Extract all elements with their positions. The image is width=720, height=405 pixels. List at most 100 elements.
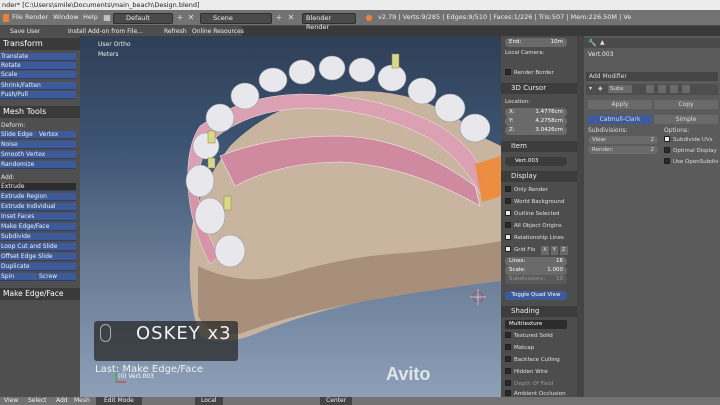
menu-help[interactable]: Help — [83, 13, 98, 21]
expand-icon[interactable]: ▾ — [589, 85, 592, 92]
menu-file[interactable]: File — [12, 13, 23, 21]
render-toggle-icon[interactable] — [646, 85, 654, 93]
menu-window[interactable]: Window — [53, 13, 79, 21]
render-border-toggle[interactable]: Render Border — [505, 69, 571, 78]
pivot-select[interactable]: Center — [320, 397, 353, 405]
display-option-world-bg[interactable]: World Background — [505, 198, 571, 207]
display-option-only-render[interactable]: Only Render — [505, 186, 571, 195]
mesh-tools-header[interactable]: Mesh Tools — [0, 106, 80, 118]
grid-scale-field[interactable]: Scale: 1.000 — [505, 266, 567, 275]
menu-mesh[interactable]: Mesh — [74, 397, 90, 405]
menu-select[interactable]: Select — [28, 397, 47, 405]
blender-logo-icon[interactable] — [3, 14, 9, 22]
cursor-x-field[interactable]: X: 1.4776cm — [505, 108, 567, 117]
tab-catmull-clark[interactable]: Catmull-Clark — [588, 115, 652, 124]
add-modifier-button[interactable]: Add Modifier — [586, 72, 718, 81]
render-engine-select[interactable]: Blender Render — [302, 13, 356, 31]
end-clip-field[interactable]: End: 10m — [505, 38, 567, 47]
copy-modifier-button[interactable]: Copy — [654, 100, 718, 109]
axis-x-toggle[interactable]: X — [541, 246, 549, 255]
scene-field[interactable]: Scene — [200, 13, 272, 24]
slide-edge-button[interactable]: Slide Edge — [0, 131, 37, 139]
display-option-origins[interactable]: All Object Origins — [505, 222, 571, 231]
translate-button[interactable]: Translate — [0, 53, 76, 61]
transform-panel-header[interactable]: Transform — [0, 38, 80, 50]
push-pull-button[interactable]: Push/Pull — [0, 91, 76, 99]
modifier-name-field[interactable]: Subs — [608, 85, 632, 93]
shading-option-dof[interactable]: Depth Of Field — [505, 380, 571, 389]
cursor-y-field[interactable]: Y: 4.2758cm — [505, 117, 567, 126]
duplicate-button[interactable]: Duplicate — [0, 263, 76, 271]
shading-mode-select[interactable]: Multitexture — [505, 320, 567, 329]
shading-option-hidden-wire[interactable]: Hidden Wire — [505, 368, 571, 377]
display-option-relationship[interactable]: Relationship Lines — [505, 234, 571, 243]
cage-toggle-icon[interactable] — [682, 85, 690, 93]
last-operator-header[interactable]: Make Edge/Face — [0, 288, 80, 300]
add-scene-icon[interactable]: + — [274, 13, 284, 23]
use-opensubdiv-option[interactable]: Use OpenSubdiv — [664, 158, 718, 165]
smooth-vertex-button[interactable]: Smooth Vertex — [0, 151, 76, 159]
scale-button[interactable]: Scale — [0, 71, 76, 79]
inset-faces-button[interactable]: Inset Faces — [0, 213, 76, 221]
shrink-fatten-button[interactable]: Shrink/Fatten — [0, 82, 76, 90]
shading-option-backface[interactable]: Backface Culling — [505, 356, 571, 365]
grid-lines-field[interactable]: Lines: 16 — [505, 257, 567, 266]
close-layout-icon[interactable]: ✕ — [186, 13, 196, 23]
vertex-slide-button[interactable]: Vertex — [38, 131, 76, 139]
spin-button[interactable]: Spin — [0, 273, 37, 281]
world-bg-checkbox — [505, 198, 511, 204]
online-resources-button[interactable]: Online Resources — [182, 27, 246, 36]
axis-z-toggle[interactable]: Z — [559, 246, 568, 255]
optimal-display-option[interactable]: Optimal Display — [664, 147, 717, 154]
extrude-region-button[interactable]: Extrude Region — [0, 193, 76, 201]
screen-layout-field[interactable]: Default — [113, 13, 173, 24]
editmode-toggle-icon[interactable] — [670, 85, 678, 93]
save-user-settings-button[interactable]: Save User Settings — [0, 27, 58, 44]
display-option-outline[interactable]: Outline Selected — [505, 210, 571, 219]
subdivide-button[interactable]: Subdivide — [0, 233, 76, 241]
shading-option-textured-solid[interactable]: Textured Solid — [505, 332, 571, 341]
grid-subdivisions-field[interactable]: Subdivisions: 10 — [505, 275, 567, 284]
wrench-icon[interactable]: 🔧 — [588, 39, 597, 47]
shading-option-matcap[interactable]: Matcap — [505, 344, 571, 353]
render-levels-field[interactable]: Render: 2 — [588, 146, 658, 154]
add-layout-icon[interactable]: + — [175, 13, 185, 23]
3d-cursor-panel-header[interactable]: 3D Cursor — [501, 83, 577, 94]
loop-cut-button[interactable]: Loop Cut and Slide — [0, 243, 76, 251]
axis-y-toggle[interactable]: Y — [550, 246, 559, 255]
extrude-menu[interactable]: Extrude — [0, 183, 76, 191]
toggle-quad-view-button[interactable]: Toggle Quad View — [505, 291, 567, 300]
display-panel-header[interactable]: Display — [501, 171, 577, 182]
shading-option-ao[interactable]: Ambient Occlusion — [505, 390, 571, 397]
item-panel-header[interactable]: Item — [501, 141, 577, 152]
orientation-select[interactable]: Local — [195, 397, 223, 405]
extrude-individual-button[interactable]: Extrude Individual — [0, 203, 76, 211]
install-addon-button[interactable]: Install Add-on from File... — [58, 27, 156, 36]
object-data-icon[interactable]: ▲ — [600, 39, 605, 46]
grid-floor-toggle[interactable]: Grid Flo X Y Z — [505, 246, 571, 255]
offset-edge-slide-button[interactable]: Offset Edge Slide — [0, 253, 76, 261]
randomize-button[interactable]: Randomize — [0, 161, 76, 169]
close-scene-icon[interactable]: ✕ — [286, 13, 296, 23]
menu-add[interactable]: Add — [56, 397, 68, 405]
mode-select[interactable]: Edit Mode — [96, 397, 142, 405]
subdivide-uvs-option[interactable]: Subdivide UVs — [664, 136, 713, 143]
3d-cursor-icon — [470, 289, 486, 305]
shading-panel-header[interactable]: Shading — [501, 306, 577, 317]
tab-simple[interactable]: Simple — [654, 115, 718, 124]
view-toggle-icon[interactable] — [658, 85, 666, 93]
make-edge-face-button[interactable]: Make Edge/Face — [0, 223, 76, 231]
view-levels-field[interactable]: View: 2 — [588, 136, 658, 144]
panel-divider[interactable] — [577, 36, 584, 397]
noise-button[interactable]: Noise — [0, 141, 76, 149]
rotate-button[interactable]: Rotate — [0, 62, 76, 70]
menu-render[interactable]: Render — [25, 13, 48, 21]
render-border-checkbox[interactable] — [505, 69, 511, 75]
local-camera-label: Local Camera: — [505, 50, 545, 56]
item-name-field[interactable]: Vert.003 — [505, 157, 567, 166]
layout-icon[interactable]: ▦ — [102, 13, 112, 23]
screw-button[interactable]: Screw — [38, 273, 76, 281]
menu-view[interactable]: View — [4, 397, 18, 405]
apply-modifier-button[interactable]: Apply — [588, 100, 652, 109]
cursor-z-field[interactable]: Z: 3.0426cm — [505, 126, 567, 135]
